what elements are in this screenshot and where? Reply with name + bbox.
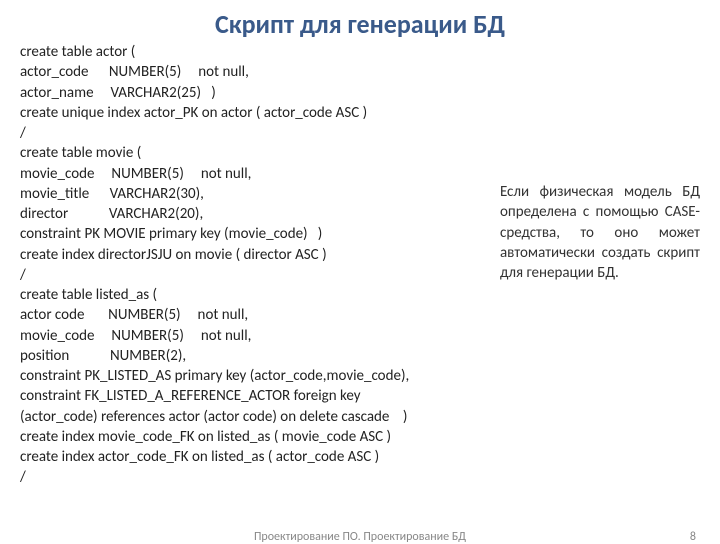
- footer-page-number: 8: [690, 530, 696, 544]
- slide: Скрипт для генерации БД create table act…: [0, 0, 720, 540]
- sql-script-block: create table actor ( actor_code NUMBER(5…: [20, 42, 480, 488]
- content-columns: create table actor ( actor_code NUMBER(5…: [20, 42, 700, 488]
- side-note: Если физическая модель БД определена с п…: [480, 42, 700, 283]
- footer-text: Проектирование ПО. Проектирование БД: [0, 530, 720, 544]
- page-title: Скрипт для генерации БД: [20, 8, 700, 40]
